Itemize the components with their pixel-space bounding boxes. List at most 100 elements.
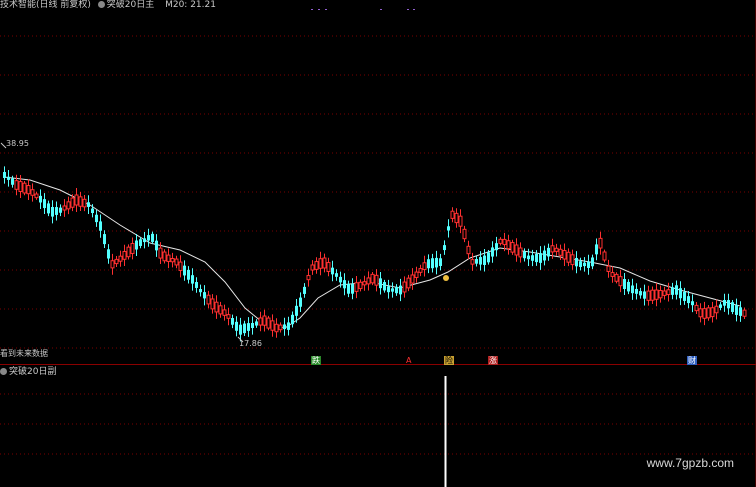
signal-marker-risk[interactable]: 险 (444, 356, 454, 365)
candlestick (406, 277, 411, 289)
candlestick (694, 304, 699, 312)
candlestick (623, 279, 626, 289)
candlestick (262, 315, 267, 326)
candlestick (59, 207, 62, 213)
candlestick (443, 245, 446, 251)
candlestick (414, 271, 419, 278)
candlestick (255, 321, 258, 326)
candlestick (727, 300, 730, 309)
candlestick (214, 301, 219, 313)
candlestick (147, 235, 150, 241)
candlestick (251, 322, 254, 329)
signal-marker-down[interactable]: 跌 (311, 356, 321, 365)
candlestick (650, 289, 655, 301)
candlestick (203, 292, 206, 299)
candlestick (723, 300, 726, 306)
candlestick (654, 289, 659, 300)
candlestick (287, 322, 290, 330)
candlestick (595, 244, 598, 255)
candlestick (418, 268, 423, 273)
candlestick (70, 197, 75, 208)
indicator-dot-icon (0, 368, 7, 375)
candlestick (662, 290, 667, 296)
top-tick (325, 9, 327, 10)
top-tick (407, 9, 409, 10)
top-tick (380, 9, 382, 10)
candlestick (258, 317, 263, 326)
candlestick-chart[interactable] (0, 0, 756, 487)
candlestick (299, 297, 302, 307)
candlestick (170, 258, 175, 263)
candlestick (554, 247, 559, 252)
candlestick (402, 281, 407, 293)
candlestick (558, 248, 563, 256)
candlestick (491, 247, 494, 257)
candlestick (502, 238, 507, 246)
candlestick (583, 262, 586, 267)
candlestick (178, 261, 183, 271)
candlestick (698, 308, 703, 318)
candlestick (587, 261, 590, 268)
candlestick (270, 320, 275, 331)
candlestick (139, 239, 142, 246)
candlestick (151, 233, 154, 242)
candlestick (210, 298, 215, 310)
candlestick (158, 247, 163, 259)
candlestick (135, 240, 138, 250)
top-tick (413, 9, 415, 10)
candlestick (162, 251, 167, 262)
candlestick (687, 296, 690, 304)
candlestick (658, 289, 663, 299)
candlestick (379, 278, 382, 289)
candlestick (479, 257, 482, 265)
candlestick (318, 258, 323, 269)
candlestick (447, 226, 450, 231)
candlestick (631, 285, 634, 294)
candlestick (191, 275, 194, 284)
candlestick (427, 259, 430, 269)
candlestick (231, 318, 234, 325)
candlestick (370, 273, 375, 284)
candlestick (283, 324, 286, 330)
candlestick (714, 305, 719, 314)
candlestick (26, 185, 31, 195)
watermark: www.7gpzb.com (646, 456, 734, 470)
candlestick (239, 324, 242, 335)
candlestick (458, 215, 463, 227)
candlestick (643, 291, 646, 299)
candlestick (627, 281, 630, 292)
candlestick (362, 281, 367, 286)
candlestick (226, 314, 231, 319)
candlestick (487, 252, 490, 263)
candlestick (335, 273, 338, 277)
candlestick (358, 281, 363, 290)
candlestick (47, 203, 50, 214)
candlestick (547, 247, 550, 257)
candlestick (78, 196, 83, 207)
candlestick (82, 198, 87, 208)
candlestick (439, 258, 442, 266)
signal-marker-up[interactable]: 涨 (488, 356, 498, 365)
candlestick (706, 307, 711, 319)
sub-panel-title[interactable]: 突破20日副 (0, 367, 60, 377)
candlestick (475, 258, 478, 264)
candlestick (91, 208, 94, 214)
candlestick (206, 294, 211, 305)
candlestick (742, 309, 747, 317)
candlestick (495, 243, 498, 251)
candlestick (450, 210, 455, 219)
candlestick (431, 258, 434, 269)
candlestick (43, 199, 46, 209)
candlestick (95, 214, 98, 223)
signal-marker-a[interactable]: A (405, 356, 412, 365)
candlestick (274, 323, 279, 333)
candlestick (306, 275, 311, 281)
candlestick (523, 251, 526, 259)
candlestick (614, 273, 619, 282)
candlestick (7, 176, 10, 180)
candlestick (326, 262, 331, 272)
candlestick (435, 257, 438, 268)
signal-marker-finance[interactable]: 财 (687, 356, 697, 365)
candlestick (114, 258, 119, 265)
candlestick (531, 255, 534, 261)
